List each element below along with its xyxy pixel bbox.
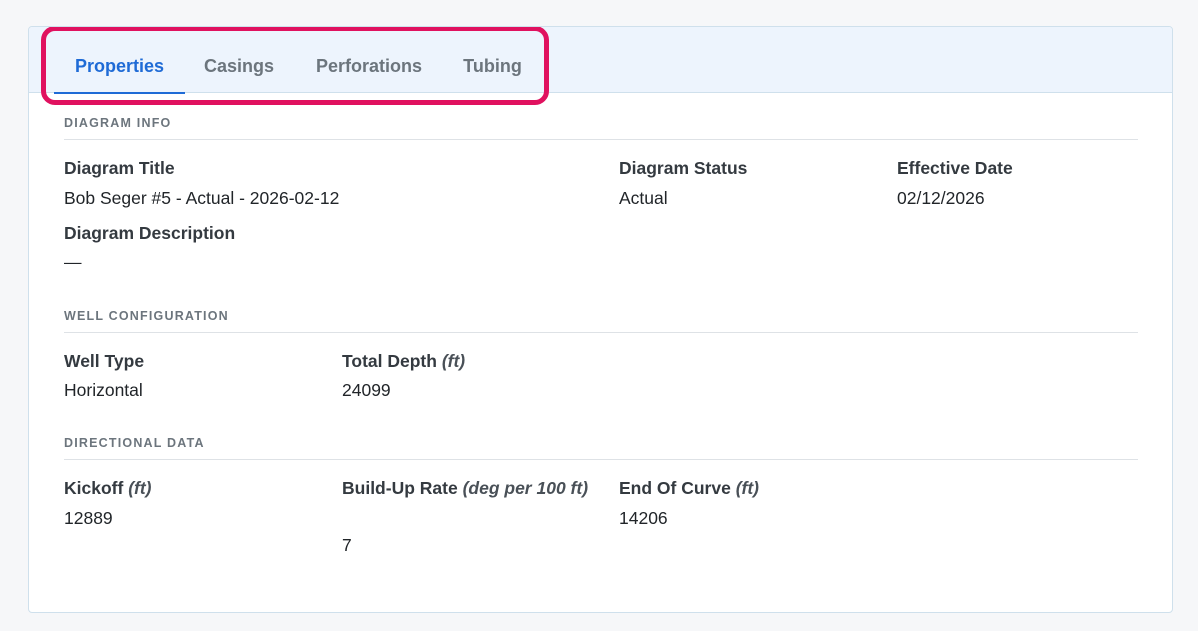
end-of-curve-value: 14206 [619,508,668,528]
tab-casings[interactable]: Casings [192,27,286,93]
diagram-title-label: Diagram Title [64,158,175,178]
effective-date-value: 02/12/2026 [897,188,985,208]
properties-card: Properties Casings Perforations Tubing D… [28,26,1173,613]
tab-perforations[interactable]: Perforations [304,27,434,93]
divider [64,332,1138,333]
total-depth-value: 24099 [342,380,391,400]
tab-properties[interactable]: Properties [54,27,185,94]
build-up-rate-value: 7 [342,535,352,555]
diagram-status-value: Actual [619,188,668,208]
diagram-description-value: — [64,252,82,272]
well-type-label: Well Type [64,351,145,371]
diagram-description-label: Diagram Description [64,223,236,243]
diagram-status-label: Diagram Status [619,158,748,178]
total-depth-unit: (ft) [441,351,466,371]
end-of-curve-label: End Of Curve (ft) [619,474,759,502]
total-depth-label: Total Depth (ft) [342,347,465,375]
build-up-rate-label: Build-Up Rate (deg per 100 ft) [342,474,592,502]
section-title-diagram-info: DIAGRAM INFO [64,116,172,130]
section-title-well-configuration: WELL CONFIGURATION [64,309,229,323]
well-type-value: Horizontal [64,380,143,400]
tab-tubing[interactable]: Tubing [454,27,531,93]
section-title-directional-data: DIRECTIONAL DATA [64,436,205,450]
diagram-title-value: Bob Seger #5 - Actual - 2026-02-12 [64,188,340,208]
build-up-rate-unit: (deg per 100 ft) [462,478,589,498]
kickoff-label-text: Kickoff [64,478,124,498]
kickoff-label: Kickoff (ft) [64,474,152,502]
end-of-curve-unit: (ft) [735,478,760,498]
kickoff-unit: (ft) [128,478,152,498]
build-up-rate-label-text: Build-Up Rate [342,478,458,498]
kickoff-value: 12889 [64,508,113,528]
divider [64,459,1138,460]
end-of-curve-label-text: End Of Curve [619,478,731,498]
effective-date-label: Effective Date [897,158,1013,178]
tab-bar: Properties Casings Perforations Tubing [29,27,1172,94]
total-depth-label-text: Total Depth [342,351,437,371]
divider [64,139,1138,140]
